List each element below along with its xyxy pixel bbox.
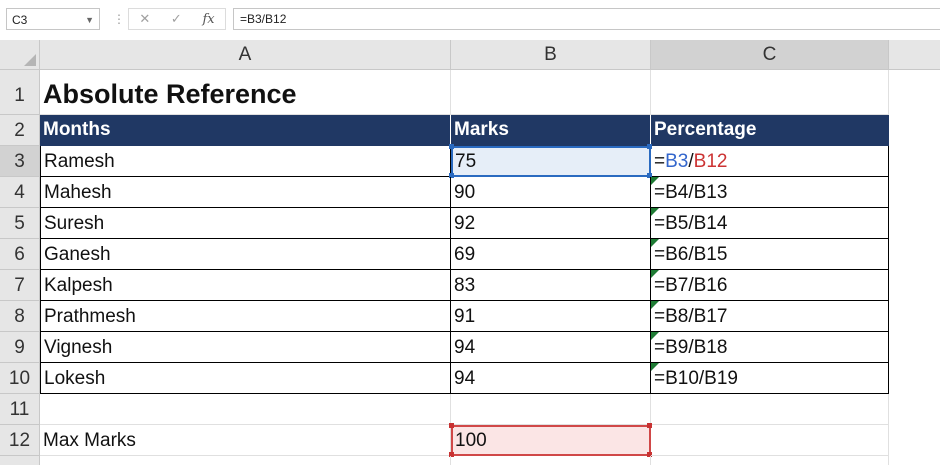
marks-cell[interactable]: 91 bbox=[451, 301, 651, 332]
month-cell[interactable]: Ganesh bbox=[40, 239, 451, 270]
row-header-3[interactable]: 3 bbox=[0, 146, 40, 177]
formula-cell[interactable]: =B5/B14 bbox=[651, 208, 889, 239]
marks-cell[interactable]: 83 bbox=[451, 270, 651, 301]
error-indicator-icon[interactable] bbox=[651, 363, 659, 371]
select-all-button[interactable] bbox=[0, 40, 40, 70]
marks-cell[interactable]: 75 bbox=[451, 146, 651, 177]
formula-cell[interactable]: =B10/B19 bbox=[651, 363, 889, 394]
formula-buttons: ✕ ✓ fx bbox=[128, 8, 226, 30]
formula-text: =B9/B18 bbox=[654, 337, 728, 358]
cell-c12[interactable] bbox=[651, 425, 889, 456]
cell-b1[interactable] bbox=[451, 70, 651, 115]
month-cell[interactable]: Kalpesh bbox=[40, 270, 451, 301]
error-indicator-icon[interactable] bbox=[651, 270, 659, 278]
row-header-12[interactable]: 12 bbox=[0, 425, 40, 456]
marks-cell[interactable]: 92 bbox=[451, 208, 651, 239]
error-indicator-icon[interactable] bbox=[651, 208, 659, 216]
formula-cell[interactable]: =B6/B15 bbox=[651, 239, 889, 270]
row-header-13[interactable] bbox=[0, 456, 40, 465]
month-cell[interactable]: Ramesh bbox=[40, 146, 451, 177]
enter-icon[interactable]: ✓ bbox=[171, 11, 182, 27]
error-indicator-icon[interactable] bbox=[651, 332, 659, 340]
cell-c11[interactable] bbox=[651, 394, 889, 425]
cell-a11[interactable] bbox=[40, 394, 451, 425]
range-handle[interactable] bbox=[449, 144, 454, 149]
formula-text: =B8/B17 bbox=[654, 306, 728, 327]
marks-cell[interactable]: 94 bbox=[451, 363, 651, 394]
formula-cell[interactable]: =B9/B18 bbox=[651, 332, 889, 363]
cell-c13[interactable] bbox=[651, 456, 889, 465]
row-header-11[interactable]: 11 bbox=[0, 394, 40, 425]
cell-b13[interactable] bbox=[451, 456, 651, 465]
formula-text: =B5/B14 bbox=[654, 213, 728, 234]
cell-c1[interactable] bbox=[651, 70, 889, 115]
header-months[interactable]: Months bbox=[40, 115, 451, 146]
month-cell[interactable]: Mahesh bbox=[40, 177, 451, 208]
row-header-2[interactable]: 2 bbox=[0, 115, 40, 146]
active-formula-cell[interactable]: =B3/B12 bbox=[651, 146, 889, 177]
month-cell[interactable]: Vignesh bbox=[40, 332, 451, 363]
formula-cell[interactable]: =B8/B17 bbox=[651, 301, 889, 332]
column-header-b[interactable]: B bbox=[451, 40, 651, 70]
formula-cell[interactable]: =B4/B13 bbox=[651, 177, 889, 208]
max-marks-label[interactable]: Max Marks bbox=[40, 425, 451, 456]
cell-b11[interactable] bbox=[451, 394, 651, 425]
month-cell[interactable]: Suresh bbox=[40, 208, 451, 239]
formula-cell[interactable]: =B7/B16 bbox=[651, 270, 889, 301]
cell-a13[interactable] bbox=[40, 456, 451, 465]
header-percentage[interactable]: Percentage bbox=[651, 115, 889, 146]
header-marks[interactable]: Marks bbox=[451, 115, 651, 146]
sheet-title[interactable]: Absolute Reference bbox=[40, 70, 451, 115]
spreadsheet-grid: A B C 1 2 3 4 5 6 7 8 9 10 11 12 Absolut… bbox=[0, 40, 940, 465]
row-header-7[interactable]: 7 bbox=[0, 270, 40, 301]
formula-bar: C3 ▼ ⋮ ✕ ✓ fx =B3/B12 bbox=[0, 0, 940, 40]
marks-cell[interactable]: 69 bbox=[451, 239, 651, 270]
range-handle[interactable] bbox=[647, 144, 652, 149]
formula-text: =B10/B19 bbox=[654, 368, 738, 389]
row-header-6[interactable]: 6 bbox=[0, 239, 40, 270]
formula-text: =B7/B16 bbox=[654, 275, 728, 296]
month-cell[interactable]: Prathmesh bbox=[40, 301, 451, 332]
chevron-down-icon[interactable]: ▼ bbox=[85, 9, 94, 31]
formula-ref-b12: B12 bbox=[693, 151, 728, 172]
range-handle[interactable] bbox=[449, 423, 454, 428]
max-marks-value[interactable]: 100 bbox=[451, 425, 651, 456]
column-header-d[interactable] bbox=[889, 40, 940, 70]
column-header-a[interactable]: A bbox=[40, 40, 451, 70]
cancel-icon[interactable]: ✕ bbox=[139, 11, 150, 27]
marks-cell[interactable]: 90 bbox=[451, 177, 651, 208]
formula-input[interactable]: =B3/B12 bbox=[233, 8, 940, 30]
marks-cell[interactable]: 94 bbox=[451, 332, 651, 363]
name-box-value: C3 bbox=[12, 13, 28, 27]
insert-function-icon[interactable]: fx bbox=[202, 12, 214, 27]
row-header-5[interactable]: 5 bbox=[0, 208, 40, 239]
row-header-10[interactable]: 10 bbox=[0, 363, 40, 394]
month-cell[interactable]: Lokesh bbox=[40, 363, 451, 394]
formula-equals: = bbox=[654, 151, 666, 172]
row-header-8[interactable]: 8 bbox=[0, 301, 40, 332]
name-box[interactable]: C3 ▼ bbox=[6, 8, 100, 30]
column-header-c[interactable]: C bbox=[651, 40, 889, 70]
row-header-9[interactable]: 9 bbox=[0, 332, 40, 363]
error-indicator-icon[interactable] bbox=[651, 301, 659, 309]
error-indicator-icon[interactable] bbox=[651, 177, 659, 185]
row-header-1[interactable]: 1 bbox=[0, 70, 40, 115]
formula-text: =B4/B13 bbox=[654, 182, 728, 203]
formula-text: =B6/B15 bbox=[654, 244, 728, 265]
more-options-icon[interactable]: ⋮ bbox=[113, 12, 125, 26]
formula-ref-b3: B3 bbox=[665, 151, 689, 172]
error-indicator-icon[interactable] bbox=[651, 239, 659, 247]
row-header-4[interactable]: 4 bbox=[0, 177, 40, 208]
